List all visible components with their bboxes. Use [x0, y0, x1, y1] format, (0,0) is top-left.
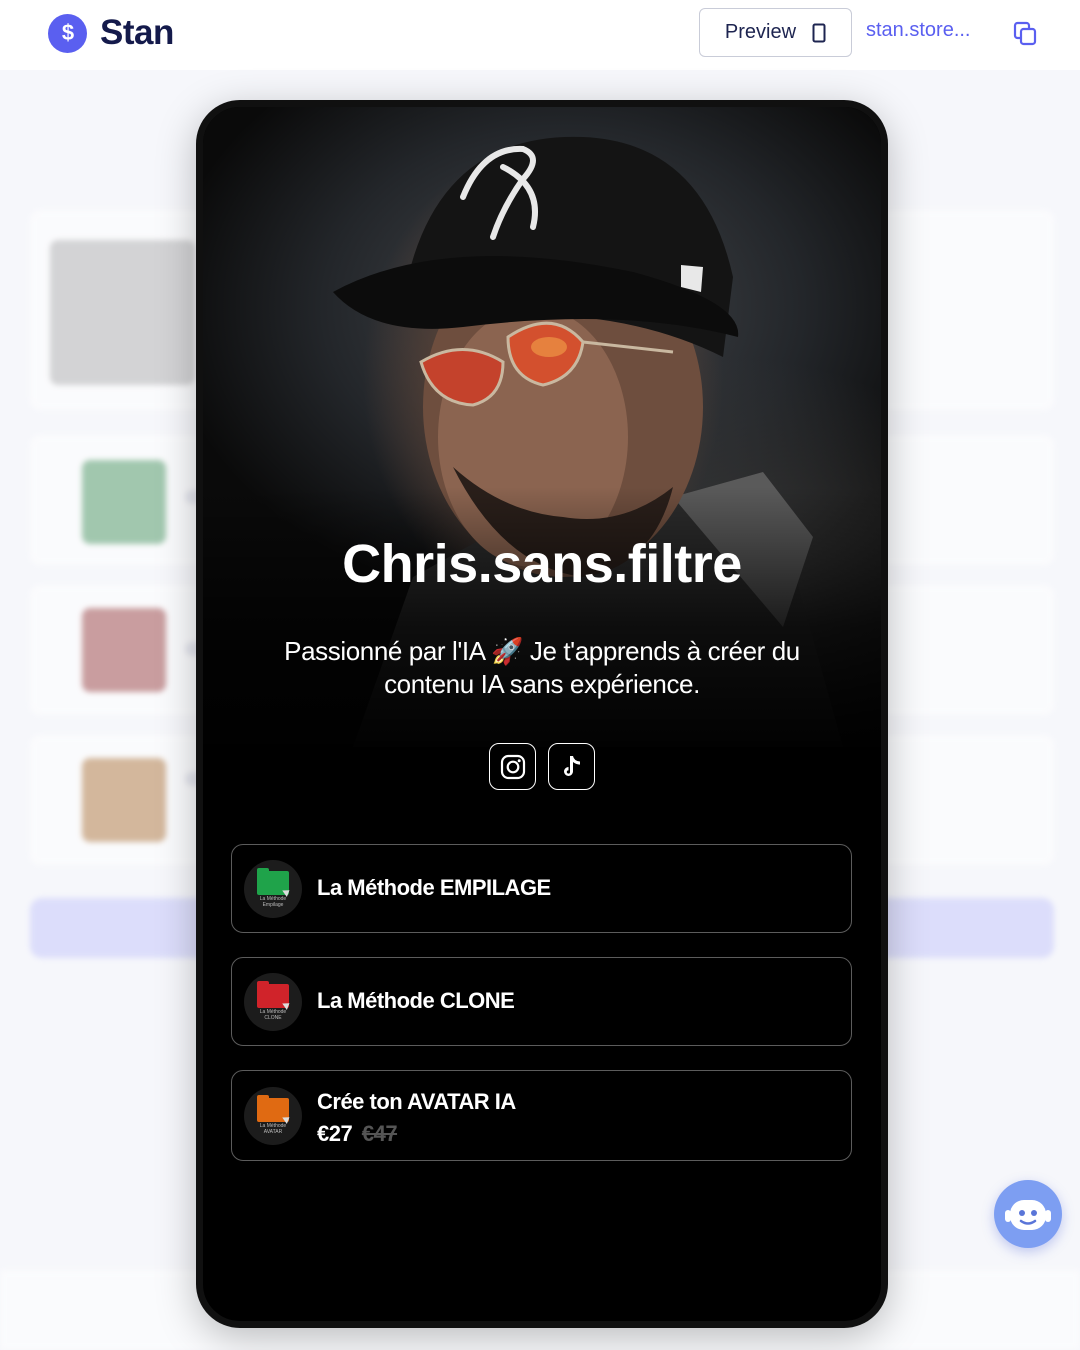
- instagram-icon[interactable]: [489, 743, 536, 790]
- product-card[interactable]: La Méthode CLONE La Méthode CLONE: [231, 957, 852, 1046]
- thumbnail-caption: La Méthode AVATAR: [259, 1123, 287, 1135]
- product-card[interactable]: La Méthode AVATAR Crée ton AVATAR IA €27…: [231, 1070, 852, 1161]
- top-bar: $ Stan Preview stan.store...: [0, 0, 1080, 70]
- phone-preview: Chris.sans.filtre Passionné par l'IA 🚀 J…: [196, 100, 888, 1328]
- preview-button[interactable]: Preview: [699, 8, 852, 57]
- thumbnail-caption: La Méthode Empilage: [259, 896, 287, 908]
- price-original: €47: [361, 1121, 398, 1146]
- product-thumbnail: [82, 758, 166, 842]
- product-info: Crée ton AVATAR IA €27 €47: [317, 1086, 516, 1150]
- social-links: [203, 743, 881, 790]
- hero-gradient: [203, 487, 881, 767]
- bio-line: contenu IA sans expérience.: [384, 669, 700, 699]
- product-title: La Méthode CLONE: [317, 988, 515, 1013]
- bio-line: Passionné par l'IA 🚀 Je t'apprends à cré…: [284, 636, 800, 666]
- product-thumbnail: La Méthode CLONE: [244, 973, 302, 1031]
- dollar-icon: $: [48, 13, 87, 53]
- thumbnail-caption: La Méthode CLONE: [259, 1009, 287, 1021]
- product-thumbnail: La Méthode AVATAR: [244, 1087, 302, 1145]
- svg-text:$: $: [61, 20, 73, 45]
- copy-icon[interactable]: [1012, 20, 1038, 46]
- brand-name: Stan: [100, 13, 174, 52]
- product-card[interactable]: La Méthode Empilage La Méthode EMPILAGE: [231, 844, 852, 933]
- avatar-thumbnail: [50, 240, 195, 385]
- chat-bot-icon[interactable]: [994, 1180, 1062, 1248]
- phone-icon: [812, 23, 826, 42]
- product-title: La Méthode EMPILAGE: [317, 875, 551, 900]
- store-link[interactable]: stan.store...: [866, 19, 971, 42]
- tiktok-icon[interactable]: [548, 743, 595, 790]
- profile-bio: Passionné par l'IA 🚀 Je t'apprends à cré…: [263, 635, 821, 701]
- product-title: Crée ton AVATAR IA: [317, 1089, 516, 1114]
- product-thumbnail: [82, 460, 166, 544]
- product-price: €27 €47: [317, 1118, 516, 1150]
- brand-logo[interactable]: $ Stan: [48, 13, 174, 53]
- product-thumbnail: La Méthode Empilage: [244, 860, 302, 918]
- profile-name: Chris.sans.filtre: [342, 534, 742, 594]
- preview-label: Preview: [724, 21, 797, 43]
- product-thumbnail: [82, 608, 166, 692]
- price-current: €27: [317, 1121, 353, 1146]
